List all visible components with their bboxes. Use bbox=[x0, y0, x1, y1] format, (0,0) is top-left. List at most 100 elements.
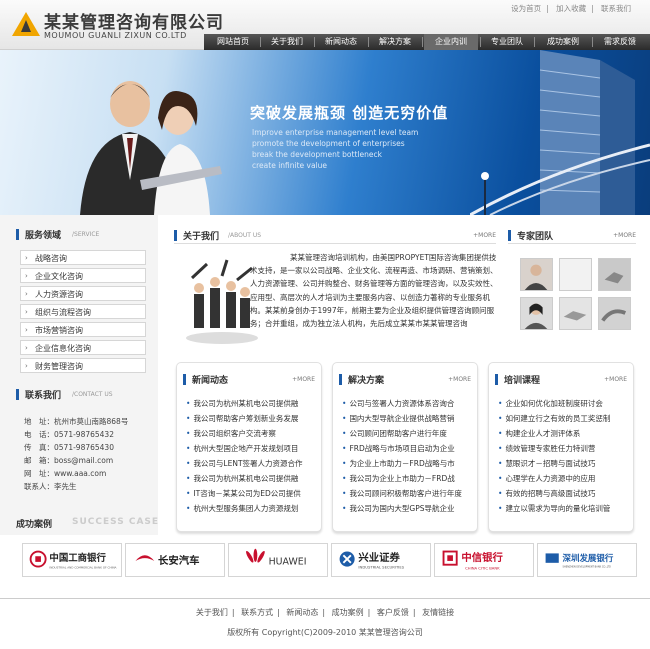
logo-subtitle: MOUMOU GUANLI ZIXUN CO.LTD bbox=[44, 31, 187, 40]
news-item[interactable]: • 杭州大型国企地产开发规划项目 bbox=[186, 443, 316, 454]
training-item[interactable]: • 建立以需求为导向的量化培训管 bbox=[498, 503, 628, 514]
banner-line: break the development bottleneck bbox=[252, 150, 382, 159]
contact-title-en: /CONTACT US bbox=[72, 391, 113, 398]
expert-photo[interactable] bbox=[598, 258, 631, 291]
news-item[interactable]: • 我公司为杭州某机电公司提供融 bbox=[186, 398, 316, 409]
huawei-logo[interactable]: HUAWEI bbox=[228, 543, 328, 577]
service-item[interactable]: › 战略咨询 bbox=[20, 250, 146, 265]
footer-link[interactable]: 成功案例 bbox=[332, 608, 364, 617]
expert-photo[interactable] bbox=[598, 297, 631, 330]
about-title-en: /ABOUT US bbox=[228, 232, 262, 239]
contact-email: 邮 箱：boss@mail.com bbox=[24, 456, 114, 465]
solution-item[interactable]: • 为企业上市助力－FRD战略与市 bbox=[342, 458, 472, 469]
nav-about[interactable]: 关于我们 bbox=[262, 34, 312, 50]
footer-link[interactable]: 客户反馈 bbox=[377, 608, 409, 617]
solution-item[interactable]: • FRD战略与市场项目启动为企业 bbox=[342, 443, 472, 454]
service-item[interactable]: › 人力资源咨询 bbox=[20, 286, 146, 301]
news-item[interactable]: • 杭州大型服务集团人力资源规划 bbox=[186, 503, 316, 514]
contact-fax: 传 真：0571-98765430 bbox=[24, 443, 114, 452]
svg-text:HUAWEI: HUAWEI bbox=[269, 557, 307, 568]
solution-item[interactable]: • 公司顾问团帮助客户进行年度 bbox=[342, 428, 472, 439]
expert-photo[interactable] bbox=[520, 258, 553, 291]
news-item[interactable]: • 我公司组织客户交流考察 bbox=[186, 428, 316, 439]
expert-photo[interactable] bbox=[559, 297, 592, 330]
hero-banner: 突破发展瓶颈 创造无穷价值 Improve enterprise managem… bbox=[0, 50, 650, 215]
industrial-securities-logo[interactable]: 兴业证券 INDUSTRIAL SECURITIES bbox=[331, 543, 431, 577]
svg-text:INDUSTRIAL AND COMMERCIAL BANK: INDUSTRIAL AND COMMERCIAL BANK OF CHINA bbox=[49, 565, 116, 569]
sdb-logo[interactable]: 深圳发展银行 SHENZHEN DEVELOPMENT BANK CO.,LTD bbox=[537, 543, 637, 577]
services-header: 服务领域 /SERVICE bbox=[16, 227, 151, 243]
solution-item[interactable]: • 我公司为企业上市助力－FRD战 bbox=[342, 473, 472, 484]
add-favorite-link[interactable]: 加入收藏 bbox=[556, 4, 586, 13]
service-item[interactable]: › 企业信息化咨询 bbox=[20, 340, 146, 355]
about-more-link[interactable]: +MORE bbox=[473, 232, 496, 239]
service-item[interactable]: › 市场营销咨询 bbox=[20, 322, 146, 337]
training-title: 培训课程 bbox=[504, 376, 541, 386]
news-item[interactable]: • IT咨询－某某公司为ED公司提供 bbox=[186, 488, 316, 499]
training-item[interactable]: • 构建企业人才测评体系 bbox=[498, 428, 628, 439]
footer-link[interactable]: 联系方式 bbox=[241, 608, 273, 617]
logo-triangle-icon bbox=[12, 12, 40, 36]
footer-link[interactable]: 新闻动态 bbox=[286, 608, 318, 617]
expert-photo[interactable] bbox=[559, 258, 592, 291]
service-item[interactable]: › 企业文化咨询 bbox=[20, 268, 146, 283]
svg-text:SHENZHEN DEVELOPMENT BANK CO.,: SHENZHEN DEVELOPMENT BANK CO.,LTD bbox=[563, 566, 612, 569]
solutions-more-link[interactable]: +MORE bbox=[448, 376, 471, 383]
service-item[interactable]: › 财务管理咨询 bbox=[20, 358, 146, 373]
nav-news[interactable]: 新闻动态 bbox=[316, 34, 366, 50]
news-header: 新闻动态 +MORE bbox=[183, 372, 315, 388]
training-item[interactable]: • 企业如何优化加班制度研讨会 bbox=[498, 398, 628, 409]
svg-text:兴业证券: 兴业证券 bbox=[358, 551, 400, 564]
banner-title: 突破发展瓶颈 创造无穷价值 bbox=[250, 104, 449, 122]
changan-logo[interactable]: 长安汽车 bbox=[125, 543, 225, 577]
nav-training[interactable]: 企业内训 bbox=[424, 34, 478, 50]
site-header: 某某管理咨询有限公司 MOUMOU GUANLI ZIXUN CO.LTD 设为… bbox=[0, 0, 650, 50]
news-item[interactable]: • 我公司帮助客户筹划新业务发展 bbox=[186, 413, 316, 424]
nav-cases[interactable]: 成功案例 bbox=[536, 34, 590, 50]
training-item[interactable]: • 绩效管理专家胜任力特训营 bbox=[498, 443, 628, 454]
nav-team[interactable]: 专业团队 bbox=[482, 34, 532, 50]
training-header: 培训课程 +MORE bbox=[495, 372, 627, 388]
solution-item[interactable]: • 国内大型导航企业提供战略营销 bbox=[342, 413, 472, 424]
banner-line: Improve enterprise management level team bbox=[252, 128, 419, 137]
solutions-header: 解决方案 +MORE bbox=[339, 372, 471, 388]
nav-home[interactable]: 网站首页 bbox=[208, 34, 258, 50]
service-item[interactable]: › 组织与流程咨询 bbox=[20, 304, 146, 319]
contact-link[interactable]: 联系我们 bbox=[601, 4, 631, 13]
footer-link[interactable]: 友情链接 bbox=[422, 608, 454, 617]
about-header: 关于我们 /ABOUT US +MORE bbox=[174, 228, 496, 244]
solution-item[interactable]: • 我公司顾问积极帮助客户进行年度 bbox=[342, 488, 472, 499]
copyright: 版权所有 Copyright(C)2009-2010 某某管理咨询公司 bbox=[227, 628, 423, 637]
nav-solutions[interactable]: 解决方案 bbox=[370, 34, 420, 50]
footer-nav: 关于我们 | 联系方式 | 新闻动态 | 成功案例 | 客户反馈 | 友情链接 bbox=[195, 608, 455, 617]
training-item[interactable]: • 心理学在人力资源中的应用 bbox=[498, 473, 628, 484]
business-people-image bbox=[80, 81, 222, 215]
citic-bank-logo[interactable]: 中信银行 CHINA CITIC BANK bbox=[434, 543, 534, 577]
solution-item[interactable]: • 公司与签署人力资源体系咨询合 bbox=[342, 398, 472, 409]
about-title: 关于我们 bbox=[183, 232, 220, 242]
expert-photo[interactable] bbox=[520, 297, 553, 330]
main-nav: 网站首页 关于我们 新闻动态 解决方案 企业内训 专业团队 成功案例 需求反馈 bbox=[204, 34, 650, 50]
news-more-link[interactable]: +MORE bbox=[292, 376, 315, 383]
training-item[interactable]: • 有效的招聘与高级面试技巧 bbox=[498, 488, 628, 499]
svg-text:CHINA CITIC BANK: CHINA CITIC BANK bbox=[465, 566, 500, 570]
news-item[interactable]: • 我公司为杭州某机电公司提供融 bbox=[186, 473, 316, 484]
news-panel: 新闻动态 +MORE • 我公司为杭州某机电公司提供融 • 我公司帮助客户筹划新业务… bbox=[176, 362, 322, 532]
svg-text:中国工商银行: 中国工商银行 bbox=[49, 552, 106, 564]
contact-header: 联系我们 /CONTACT US bbox=[16, 387, 151, 403]
svg-text:INDUSTRIAL SECURITIES: INDUSTRIAL SECURITIES bbox=[358, 565, 404, 569]
team-header: 专家团队 +MORE bbox=[508, 228, 636, 244]
contact-title: 联系我们 bbox=[25, 391, 62, 401]
solution-item[interactable]: • 我公司为国内大型GPS导航企业 bbox=[342, 503, 472, 514]
set-homepage-link[interactable]: 设为首页 bbox=[511, 4, 541, 13]
svg-text:长安汽车: 长安汽车 bbox=[158, 554, 199, 567]
news-item[interactable]: • 我公司与LENT签署人力资源合作 bbox=[186, 458, 316, 469]
icbc-logo[interactable]: 中国工商银行 INDUSTRIAL AND COMMERCIAL BANK OF … bbox=[22, 543, 122, 577]
nav-feedback[interactable]: 需求反馈 bbox=[594, 34, 646, 50]
training-more-link[interactable]: +MORE bbox=[604, 376, 627, 383]
training-item[interactable]: • 慧眼识才－招聘与面试技巧 bbox=[498, 458, 628, 469]
team-more-link[interactable]: +MORE bbox=[613, 232, 636, 239]
training-item[interactable]: • 如何建立行之有效的员工奖惩制 bbox=[498, 413, 628, 424]
svg-text:中信银行: 中信银行 bbox=[461, 551, 503, 564]
footer-link[interactable]: 关于我们 bbox=[196, 608, 228, 617]
